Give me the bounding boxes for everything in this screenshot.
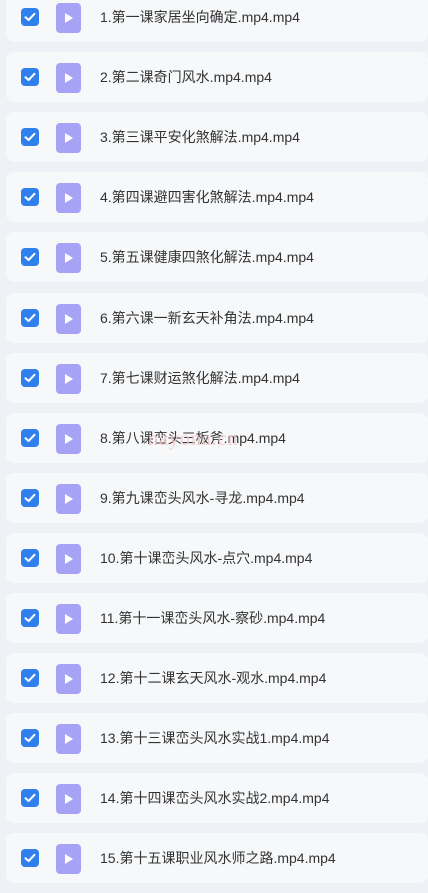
checkbox-checked[interactable] <box>21 789 39 808</box>
checkbox-checked[interactable] <box>21 488 39 507</box>
file-list: 1.第一课家居坐向确定.mp4.mp4 2.第二课奇门风水.mp4.mp4 3.第三… <box>0 0 428 893</box>
video-file-icon <box>56 363 81 394</box>
video-file-icon <box>56 604 81 634</box>
play-icon <box>64 253 73 264</box>
file-row[interactable]: 12.第十二课玄天风水-观水.mp4.mp4 <box>6 653 428 704</box>
file-row[interactable]: 4.第四课避四害化煞解法.mp4.mp4 <box>6 172 428 223</box>
file-row[interactable]: 14.第十四课峦头风水实战2.mp4.mp4 <box>6 773 428 824</box>
file-row[interactable]: 10.第十课峦头风水-点穴.mp4.mp4 <box>6 532 428 583</box>
file-row[interactable]: 9.第九课峦头风水-寻龙.mp4.mp4 <box>6 472 428 523</box>
play-icon <box>64 614 73 624</box>
file-name: 11.第十一课峦头风水-察砂.mp4.mp4 <box>100 610 326 626</box>
file-row[interactable]: 5.第五课健康四煞化解法.mp4.mp4 <box>6 232 428 283</box>
video-file-icon <box>56 784 81 815</box>
video-file-icon <box>56 243 81 274</box>
file-row[interactable]: 1.第一课家居坐向确定.mp4.mp4 <box>6 0 428 42</box>
file-row[interactable]: 6.第六课一新玄天补角法.mp4.mp4 <box>6 292 428 343</box>
play-icon <box>64 73 73 84</box>
checkmark-icon <box>24 72 36 82</box>
checkmark-icon <box>24 132 36 142</box>
file-name: 9.第九课峦头风水-寻龙.mp4.mp4 <box>100 489 305 506</box>
checkbox-checked[interactable] <box>21 128 39 147</box>
checkmark-icon <box>24 12 36 21</box>
file-name: 6.第六课一新玄天补角法.mp4.mp4 <box>100 309 314 326</box>
checkbox-checked[interactable] <box>21 308 39 327</box>
play-icon <box>64 433 73 444</box>
video-file-icon <box>56 543 81 574</box>
checkmark-icon <box>24 553 36 562</box>
checkmark-icon <box>24 313 36 322</box>
checkmark-icon <box>24 253 36 262</box>
file-name: 2.第二课奇门风水.mp4.mp4 <box>100 69 272 86</box>
file-name: 10.第十课峦头风水-点穴.mp4.mp4 <box>100 549 313 566</box>
file-row[interactable]: 7.第七课财运煞化解法.mp4.mp4 <box>6 352 428 403</box>
play-icon <box>64 854 73 865</box>
file-name: 14.第十四课峦头风水实战2.mp4.mp4 <box>100 790 330 807</box>
file-name: 5.第五课健康四煞化解法.mp4.mp4 <box>100 249 314 266</box>
play-icon <box>64 794 73 805</box>
file-name: 13.第十三课峦头风水实战1.mp4.mp4 <box>100 730 330 747</box>
video-file-icon <box>56 303 81 334</box>
file-name: 7.第七课财运煞化解法.mp4.mp4 <box>100 369 300 386</box>
file-name: 8.第八课峦头三板斧.mp4.mp4 <box>100 429 286 446</box>
checkmark-icon <box>24 433 36 442</box>
checkbox-checked[interactable] <box>21 368 39 387</box>
checkbox-checked[interactable] <box>21 849 39 868</box>
checkbox-checked[interactable] <box>21 669 39 688</box>
play-icon <box>64 133 73 144</box>
file-name: 4.第四课避四害化煞解法.mp4.mp4 <box>100 189 314 206</box>
play-icon <box>64 493 73 504</box>
play-icon <box>64 313 73 324</box>
checkbox-checked[interactable] <box>21 68 39 87</box>
checkbox-checked[interactable] <box>21 428 39 447</box>
video-file-icon <box>56 423 81 454</box>
video-file-icon <box>56 123 81 154</box>
play-icon <box>64 674 73 685</box>
checkmark-icon <box>24 854 36 863</box>
checkmark-icon <box>24 193 36 202</box>
checkmark-icon <box>24 673 36 683</box>
checkmark-icon <box>24 794 36 803</box>
checkbox-checked[interactable] <box>21 248 39 267</box>
file-name: 15.第十五课职业风水师之路.mp4.mp4 <box>100 850 336 867</box>
checkbox-checked[interactable] <box>21 188 39 207</box>
checkmark-icon <box>24 373 36 382</box>
video-file-icon <box>56 724 81 755</box>
file-name: 1.第一课家居坐向确定.mp4.mp4 <box>100 9 300 25</box>
file-name: 3.第三课平安化煞解法.mp4.mp4 <box>100 129 300 146</box>
video-file-icon <box>56 664 81 695</box>
checkbox-checked[interactable] <box>21 548 39 567</box>
play-icon <box>64 373 73 384</box>
play-icon <box>64 734 73 745</box>
file-row[interactable]: 13.第十三课峦头风水实战1.mp4.mp4 <box>6 713 428 764</box>
checkbox-checked[interactable] <box>21 609 39 627</box>
file-row[interactable]: 2.第二课奇门风水.mp4.mp4 <box>6 52 428 103</box>
file-row[interactable]: 11.第十一课峦头风水-察砂.mp4.mp4 <box>6 593 428 643</box>
checkmark-icon <box>24 613 36 622</box>
checkbox-checked[interactable] <box>21 729 39 748</box>
play-icon <box>64 193 73 204</box>
file-row[interactable]: 8.第八课峦头三板斧.mp4.mp4 <box>6 412 428 463</box>
checkmark-icon <box>24 733 36 743</box>
video-file-icon <box>56 3 81 33</box>
video-file-icon <box>56 183 81 214</box>
checkbox-checked[interactable] <box>21 8 39 26</box>
checkmark-icon <box>24 493 36 502</box>
video-file-icon <box>56 63 81 94</box>
play-icon <box>64 553 73 564</box>
video-file-icon <box>56 844 81 875</box>
video-file-icon <box>56 483 81 514</box>
play-icon <box>64 13 73 23</box>
file-row[interactable]: 3.第三课平安化煞解法.mp4.mp4 <box>6 112 428 163</box>
file-name: 12.第十二课玄天风水-观水.mp4.mp4 <box>100 670 327 687</box>
file-row[interactable]: 15.第十五课职业风水师之路.mp4.mp4 <box>6 833 428 884</box>
